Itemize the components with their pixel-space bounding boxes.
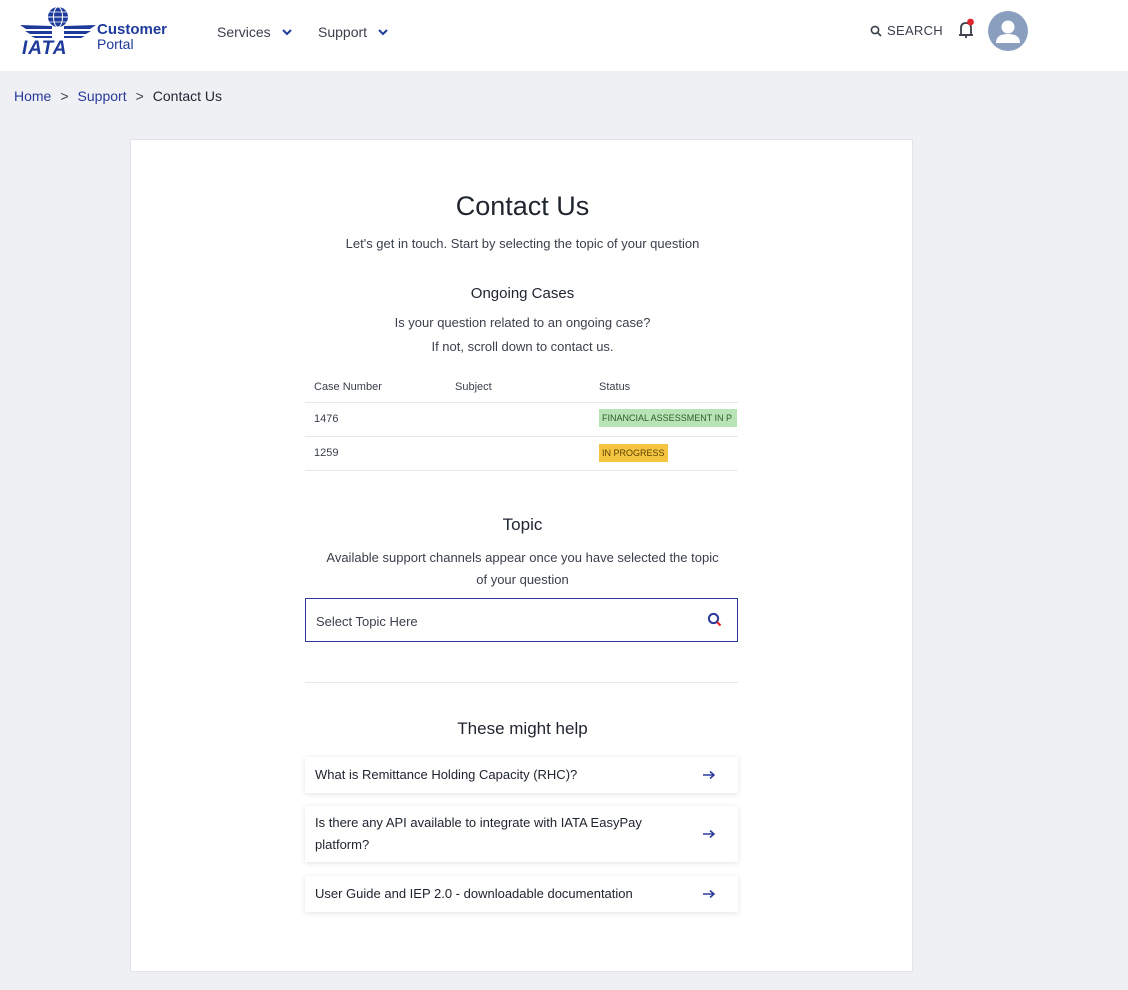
status-cell: IN PROGRESS [590, 436, 738, 471]
help-article-link[interactable]: What is Remittance Holding Capacity (RHC… [305, 757, 738, 793]
topic-search-box[interactable] [305, 598, 738, 642]
top-header: IATA Customer Portal Services Support SE… [0, 0, 1128, 71]
arrow-right-icon [703, 829, 716, 839]
breadcrumb-home[interactable]: Home [14, 88, 51, 104]
help-article-title-line2: platform? [315, 837, 370, 852]
bell-icon[interactable] [957, 18, 975, 40]
page-subtitle: Let's get in touch. Start by selecting t… [345, 236, 700, 251]
portal-name-line2: Portal [97, 36, 134, 52]
header-search-button[interactable]: SEARCH [870, 23, 943, 38]
subject-cell [446, 436, 590, 471]
help-article-title: User Guide and IEP 2.0 - downloadable do… [315, 883, 695, 905]
subject-cell [446, 402, 590, 437]
arrow-right-icon [703, 770, 716, 780]
nav-services-label: Services [217, 24, 271, 40]
arrow-right-icon [703, 889, 716, 899]
portal-name-line1: Customer [97, 21, 168, 38]
topic-heading: Topic [502, 515, 543, 534]
portal-name[interactable]: Customer Portal [97, 21, 168, 52]
help-article-link[interactable]: User Guide and IEP 2.0 - downloadable do… [305, 876, 738, 912]
ongoing-cases-question: Is your question related to an ongoing c… [394, 315, 651, 330]
breadcrumb-separator: > [60, 88, 69, 104]
help-article-title-line1: User Guide and IEP 2.0 - downloadable do… [315, 886, 633, 901]
topic-description: Available support channels appear once y… [131, 547, 914, 591]
status-badge: FINANCIAL ASSESSMENT IN P [599, 408, 737, 427]
nav-support-label: Support [318, 24, 368, 40]
header-search-label: SEARCH [887, 23, 943, 38]
user-avatar[interactable] [988, 11, 1028, 51]
status-cell: FINANCIAL ASSESSMENT IN P [590, 402, 738, 437]
nav-services[interactable]: Services [217, 24, 293, 40]
topic-search-input[interactable] [316, 611, 686, 631]
column-header-subject[interactable]: Subject [446, 373, 590, 403]
column-header-status[interactable]: Status [590, 373, 738, 403]
ongoing-cases-heading: Ongoing Cases [470, 285, 575, 302]
search-icon[interactable] [707, 612, 723, 628]
logo-wordmark: IATA [22, 38, 68, 59]
contact-us-card: Contact Us Let's get in touch. Start by … [130, 139, 913, 972]
breadcrumb-current: Contact Us [152, 88, 223, 104]
column-header-case-number[interactable]: Case Number [305, 373, 446, 403]
ongoing-cases-table: Case Number Subject Status 1476 FINANCIA… [305, 373, 738, 471]
breadcrumb-support[interactable]: Support [78, 88, 127, 104]
help-article-title: Is there any API available to integrate … [315, 812, 695, 856]
status-badge: IN PROGRESS [599, 444, 668, 462]
help-article-title-line1: Is there any API available to integrate … [315, 815, 642, 830]
ongoing-cases-hint: If not, scroll down to contact us. [431, 339, 614, 354]
topic-description-line2: of your question [476, 572, 569, 587]
breadcrumb-separator: > [135, 88, 144, 104]
help-article-title-line1: What is Remittance Holding Capacity (RHC… [315, 767, 578, 782]
help-heading: These might help [457, 719, 588, 738]
case-number-cell[interactable]: 1259 [305, 436, 446, 471]
chevron-down-icon [378, 29, 388, 36]
avatar-icon [996, 20, 1020, 43]
section-divider [305, 682, 738, 683]
table-header-row: Case Number Subject Status [305, 373, 738, 403]
page-title: Contact Us [455, 191, 590, 221]
help-article-link[interactable]: Is there any API available to integrate … [305, 806, 738, 862]
case-number-cell[interactable]: 1476 [305, 402, 446, 437]
search-icon [870, 25, 882, 37]
table-row[interactable]: 1476 FINANCIAL ASSESSMENT IN P [305, 402, 738, 437]
table-row[interactable]: 1259 IN PROGRESS [305, 436, 738, 471]
help-article-title: What is Remittance Holding Capacity (RHC… [315, 764, 695, 786]
breadcrumb: Home > Support > Contact Us [14, 88, 222, 104]
nav-support[interactable]: Support [318, 24, 389, 40]
topic-description-line1: Available support channels appear once y… [326, 550, 719, 565]
chevron-down-icon [281, 29, 292, 36]
